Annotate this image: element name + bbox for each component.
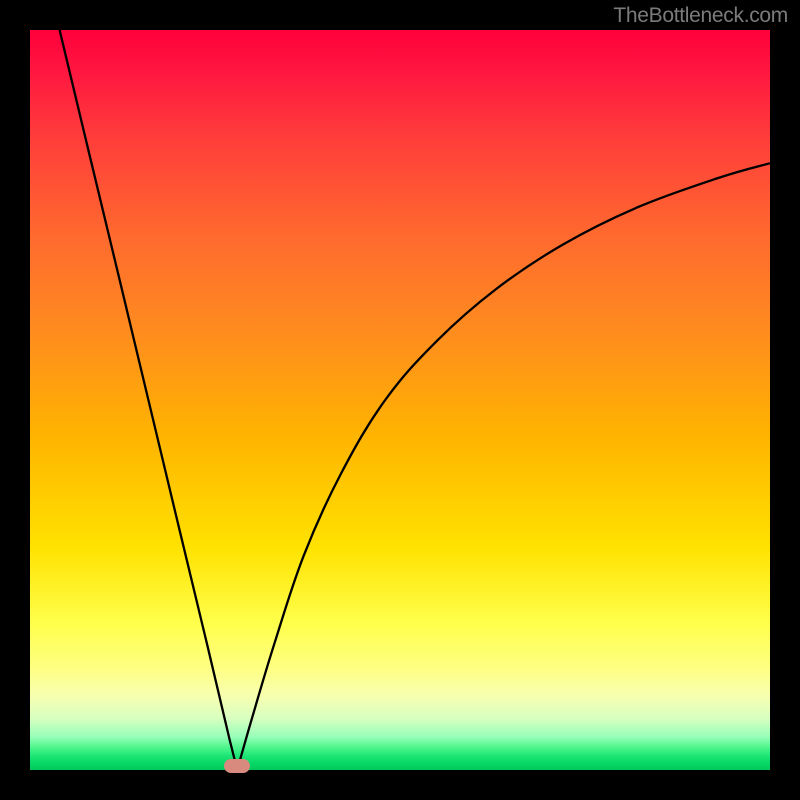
plot-area [30, 30, 770, 770]
watermark-text: TheBottleneck.com [613, 4, 788, 28]
minimum-marker [224, 759, 250, 773]
curve-right-branch [237, 163, 770, 770]
chart-frame: TheBottleneck.com [0, 0, 800, 800]
curve-svg [30, 30, 770, 770]
curve-left-branch [60, 30, 238, 770]
